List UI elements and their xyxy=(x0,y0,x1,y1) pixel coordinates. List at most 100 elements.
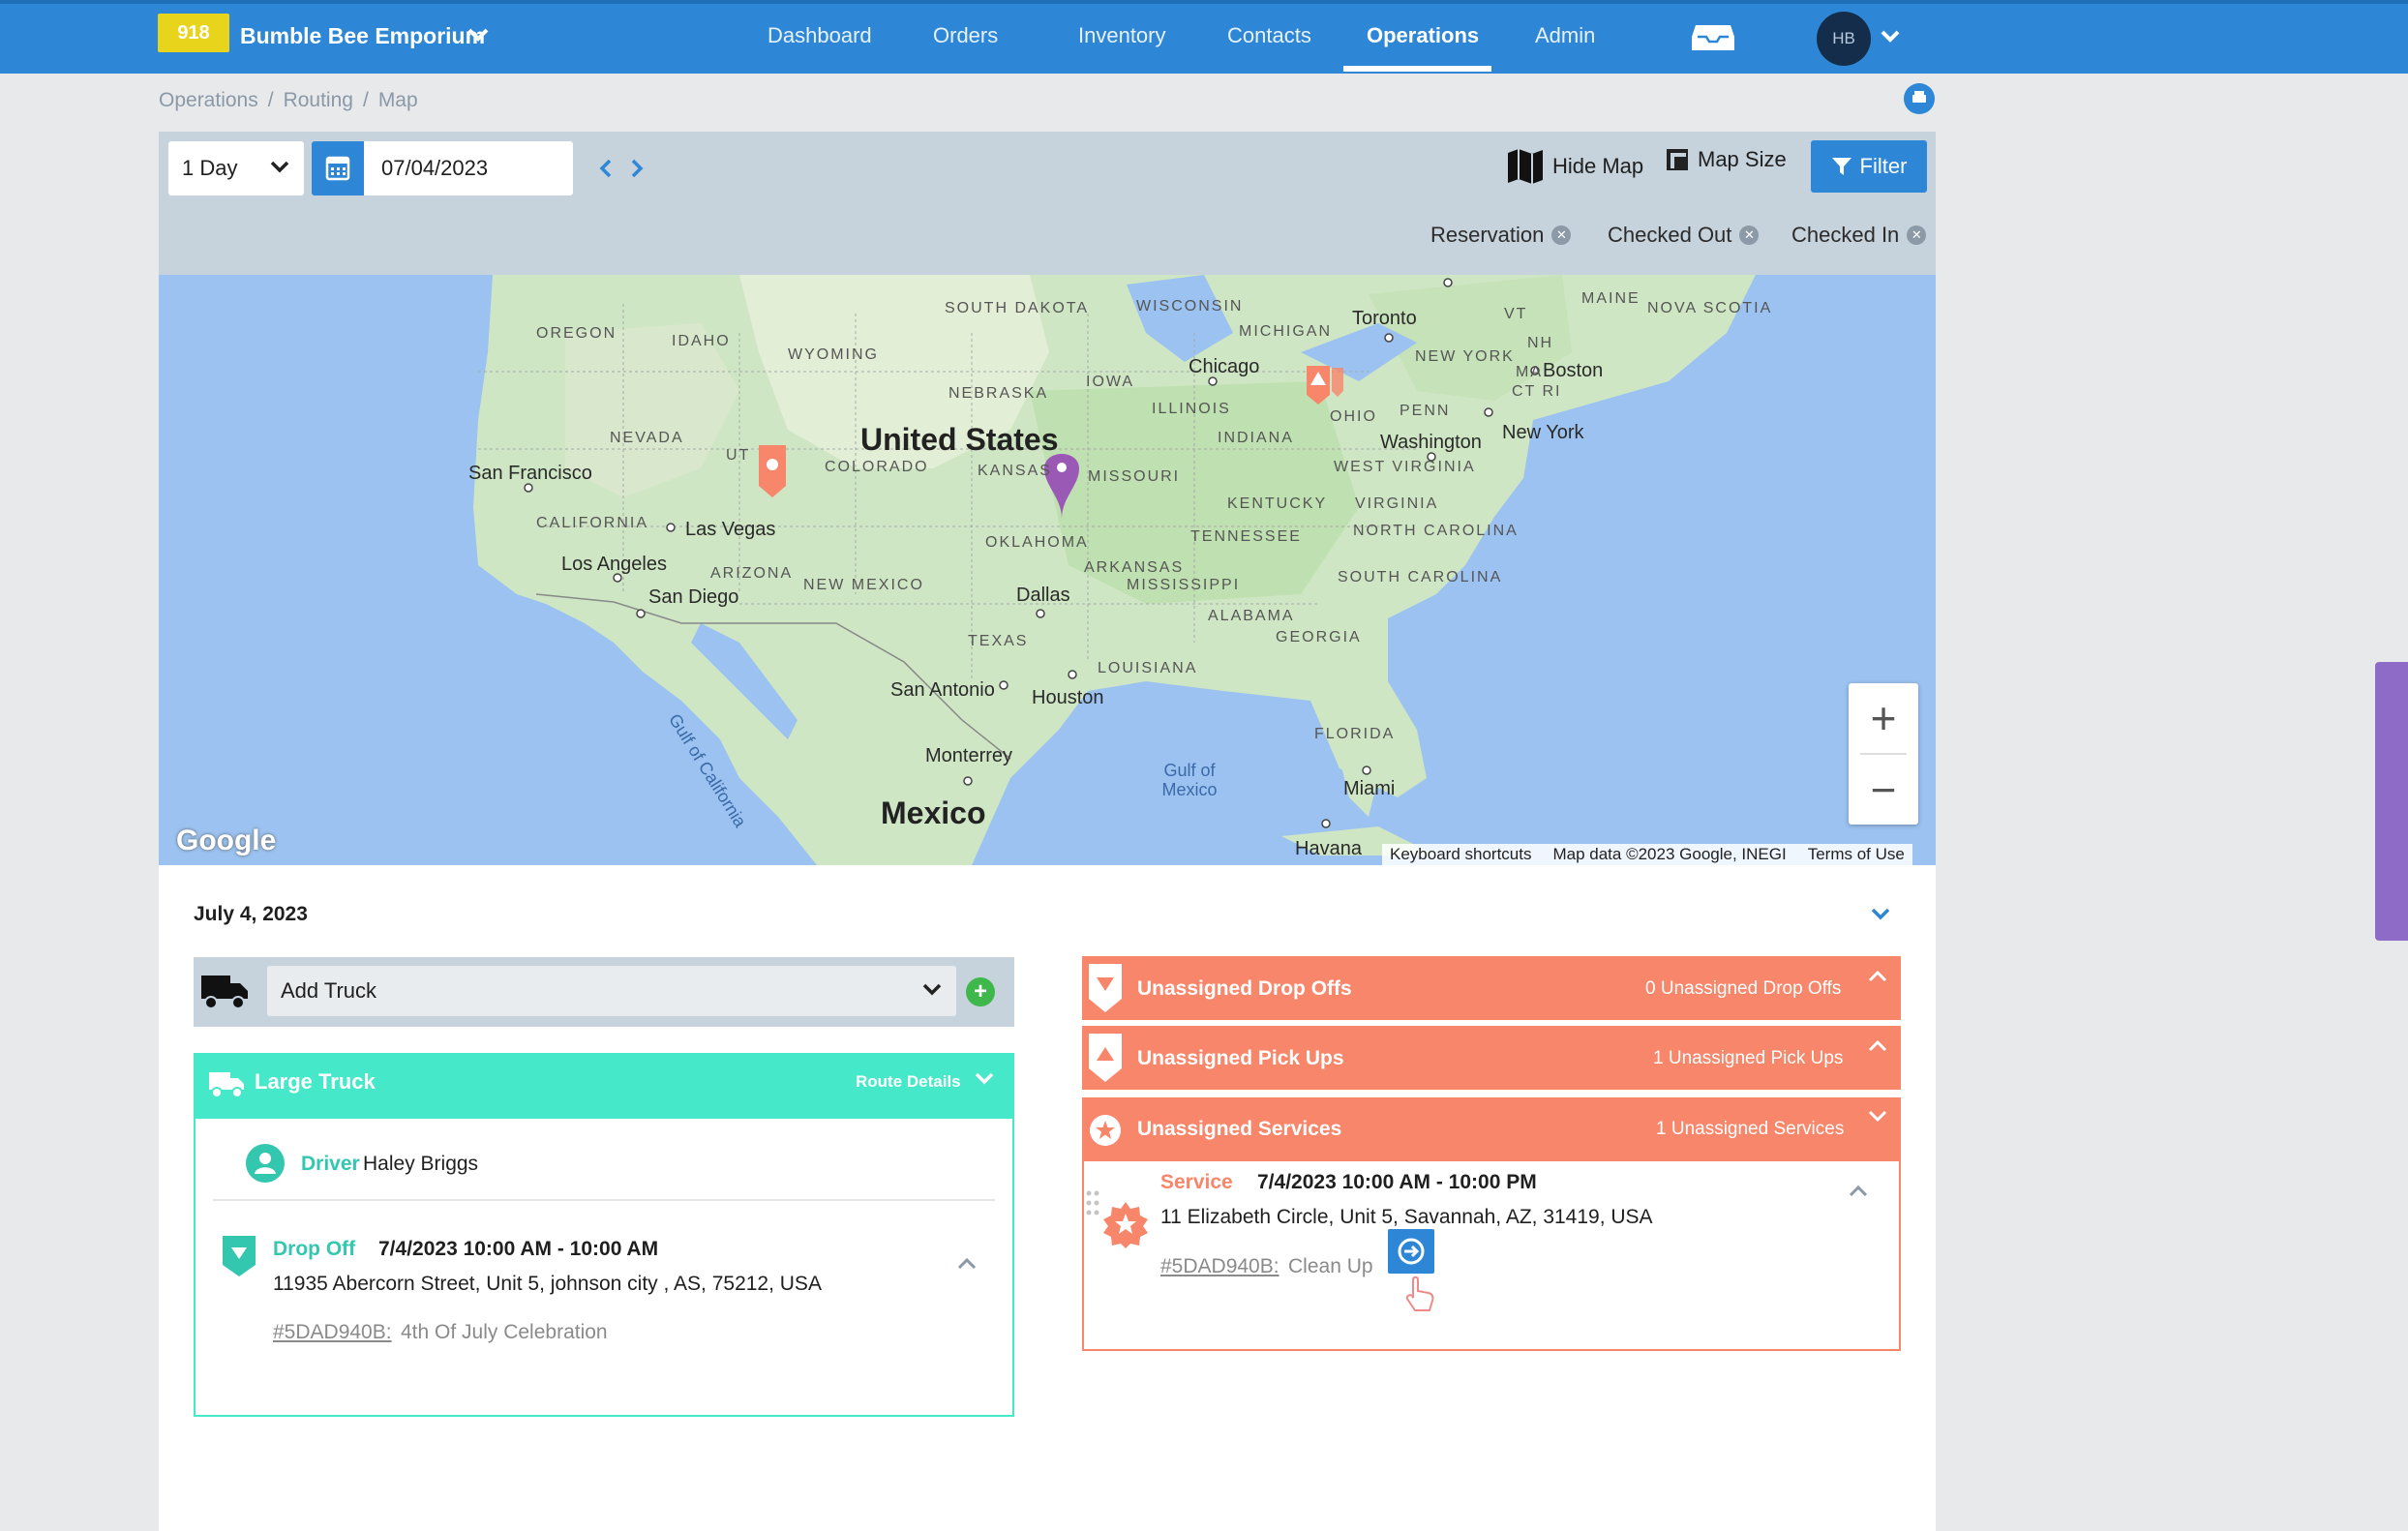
keyboard-shortcuts-link[interactable]: Keyboard shortcuts xyxy=(1390,845,1531,864)
add-truck-select[interactable]: Add Truck xyxy=(267,966,956,1016)
map-label-state: IOWA xyxy=(1086,374,1135,390)
stop-address: 11935 Abercorn Street, Unit 5, johnson c… xyxy=(273,1273,822,1295)
chevron-down-icon[interactable] xyxy=(1867,1109,1888,1125)
order-ref-link[interactable]: #5DAD940B: xyxy=(1160,1255,1279,1278)
map-label-united-states: United States xyxy=(860,422,1059,457)
map-label-city: Las Vegas xyxy=(685,519,776,540)
calendar-icon xyxy=(325,156,350,181)
order-event-name: 4th Of July Celebration xyxy=(401,1321,608,1343)
assign-service-button[interactable] xyxy=(1388,1229,1434,1274)
add-truck-label: Add Truck xyxy=(281,978,377,1003)
close-icon[interactable]: ✕ xyxy=(1739,225,1760,245)
map-size-label: Map Size xyxy=(1698,147,1787,171)
status-chip-checked-in[interactable]: Checked In ✕ xyxy=(1791,223,1927,248)
chevron-right-icon[interactable] xyxy=(627,157,647,180)
close-icon[interactable]: ✕ xyxy=(1551,225,1572,245)
driver-name: Haley Briggs xyxy=(363,1153,479,1175)
map-label-city: Dallas xyxy=(1016,585,1070,606)
arrow-right-circle-icon xyxy=(1398,1238,1425,1265)
driver-label: Driver xyxy=(301,1153,360,1175)
breadcrumb-separator: / xyxy=(362,89,369,111)
stop-time: 7/4/2023 10:00 AM - 10:00 AM xyxy=(378,1238,659,1260)
map-label-state: NOVA SCOTIA xyxy=(1647,300,1773,316)
breadcrumb-routing[interactable]: Routing xyxy=(284,89,353,112)
map-label-city: Toronto xyxy=(1352,308,1417,329)
filter-icon xyxy=(1831,158,1851,175)
chevron-left-icon[interactable] xyxy=(596,157,616,180)
map-label-state: SOUTH DAKOTA xyxy=(945,300,1090,316)
route-details-link[interactable]: Route Details xyxy=(856,1072,961,1092)
printer-icon xyxy=(1912,91,1926,103)
chip-label: Checked Out xyxy=(1608,223,1732,247)
map-label-state: WISCONSIN xyxy=(1136,298,1244,315)
map-label-state: NH xyxy=(1527,335,1554,351)
map-label-state: KANSAS xyxy=(978,463,1052,479)
chevron-down-icon[interactable] xyxy=(974,1070,995,1088)
breadcrumb-operations[interactable]: Operations xyxy=(159,89,258,112)
map-size-button[interactable]: Map Size xyxy=(1665,147,1787,172)
route-map[interactable]: United States Mexico Toronto Chicago Bos… xyxy=(159,275,1936,865)
map-label-state: NEW MEXICO xyxy=(803,577,924,593)
pick-up-icon xyxy=(1089,1034,1122,1082)
truck-name: Large Truck xyxy=(255,1069,376,1094)
map-label-state: INDIANA xyxy=(1218,430,1294,446)
zoom-out-button[interactable]: − xyxy=(1849,755,1918,825)
chevron-down-icon[interactable] xyxy=(1880,27,1901,46)
inbox-icon[interactable] xyxy=(1692,23,1734,52)
zoom-in-button[interactable]: + xyxy=(1849,683,1918,753)
chevron-up-icon[interactable] xyxy=(956,1254,978,1272)
hand-pointer-icon xyxy=(1405,1276,1434,1311)
resize-icon xyxy=(1667,149,1688,170)
filter-label: Filter xyxy=(1859,154,1908,178)
nav-operations[interactable]: Operations xyxy=(1367,23,1479,48)
map-label-city: San Antonio xyxy=(890,679,995,701)
print-button[interactable] xyxy=(1904,83,1935,114)
map-label-state: MISSISSIPPI xyxy=(1127,577,1241,593)
map-label-state: ARKANSAS xyxy=(1084,559,1185,576)
stop-type: Drop Off xyxy=(273,1238,356,1260)
breadcrumb: Operations / Routing / Map xyxy=(159,89,418,112)
nav-contacts[interactable]: Contacts xyxy=(1227,23,1311,48)
map-label-city: Houston xyxy=(1032,687,1104,708)
calendar-button[interactable] xyxy=(312,141,364,195)
drag-handle-icon[interactable] xyxy=(1086,1190,1099,1216)
hide-map-button[interactable]: Hide Map xyxy=(1506,147,1643,186)
hide-map-label: Hide Map xyxy=(1552,154,1644,178)
chevron-down-icon xyxy=(922,983,942,996)
order-ref-link[interactable]: #5DAD940B: xyxy=(273,1321,392,1344)
side-feedback-tab[interactable] xyxy=(2375,662,2408,941)
map-attribution: Keyboard shortcuts Map data ©2023 Google… xyxy=(1382,844,1912,865)
add-truck-button[interactable]: + xyxy=(966,977,995,1006)
divider xyxy=(213,1199,995,1201)
nav-inventory[interactable]: Inventory xyxy=(1078,23,1166,48)
status-chip-reservation[interactable]: Reservation ✕ xyxy=(1430,223,1572,248)
chevron-up-icon[interactable] xyxy=(1867,968,1888,983)
chevron-up-icon[interactable] xyxy=(1867,1037,1888,1053)
map-label-state: OKLAHOMA xyxy=(985,534,1089,551)
map-label-city: Los Angeles xyxy=(561,554,667,575)
range-select[interactable]: 1 Day xyxy=(168,141,304,195)
breadcrumb-separator: / xyxy=(267,89,274,111)
unassigned-drop-offs-count: 0 Unassigned Drop Offs xyxy=(1645,978,1842,999)
map-label-state: SOUTH CAROLINA xyxy=(1338,569,1503,585)
status-chip-checked-out[interactable]: Checked Out ✕ xyxy=(1608,223,1760,248)
user-avatar[interactable]: HB xyxy=(1817,12,1871,66)
drop-off-icon xyxy=(1089,964,1122,1012)
map-data-credit: Map data ©2023 Google, INEGI xyxy=(1552,845,1787,863)
map-label-city: Monterrey xyxy=(925,745,1013,766)
chevron-down-icon[interactable] xyxy=(467,25,490,45)
filter-button[interactable]: Filter xyxy=(1811,140,1927,193)
date-input[interactable]: 07/04/2023 xyxy=(364,141,573,195)
map-label-state: NEW YORK xyxy=(1415,348,1515,365)
nav-admin[interactable]: Admin xyxy=(1535,23,1595,48)
nav-orders[interactable]: Orders xyxy=(933,23,998,48)
map-label-state: ARIZONA xyxy=(710,565,794,582)
org-name[interactable]: Bumble Bee Emporium xyxy=(240,23,485,49)
terms-of-use-link[interactable]: Terms of Use xyxy=(1808,845,1905,864)
close-icon[interactable]: ✕ xyxy=(1907,225,1927,245)
map-label-state: OREGON xyxy=(536,325,617,342)
nav-dashboard[interactable]: Dashboard xyxy=(768,23,872,48)
chevron-up-icon[interactable] xyxy=(1848,1183,1869,1198)
chevron-down-icon[interactable] xyxy=(1870,906,1891,923)
map-label-mexico: Mexico xyxy=(881,796,986,830)
